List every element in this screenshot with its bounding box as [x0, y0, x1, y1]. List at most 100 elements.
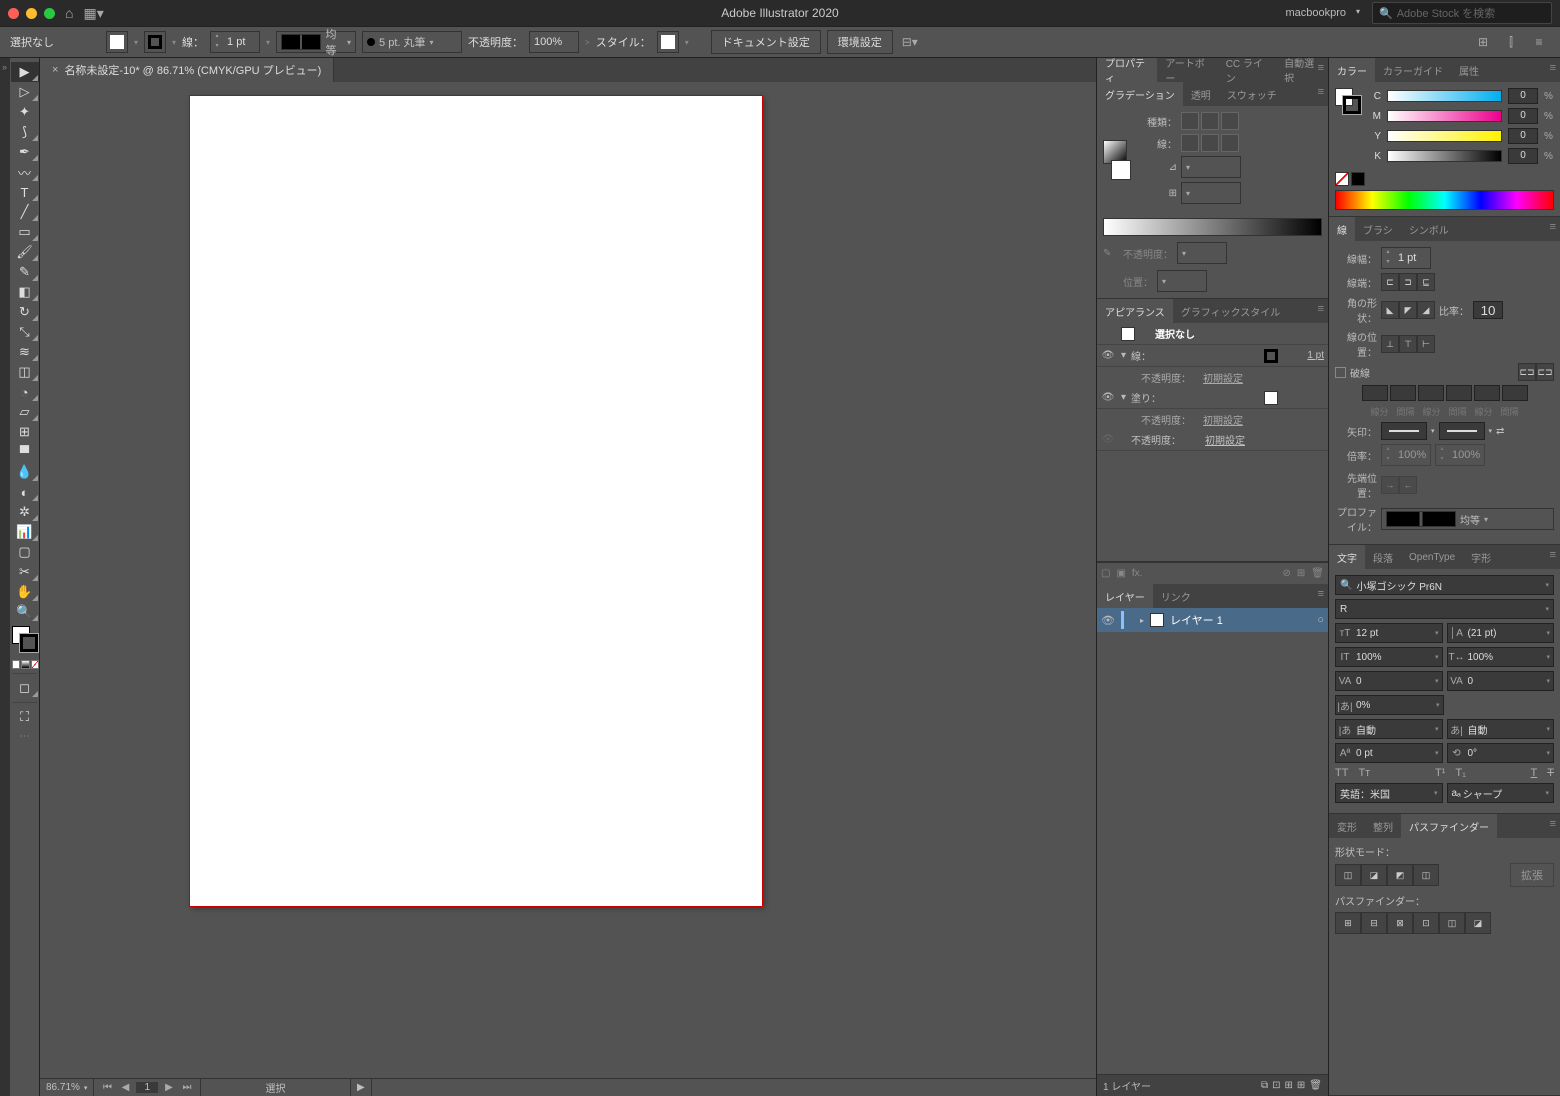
eyedropper-tool[interactable]: 💧 — [11, 462, 39, 482]
color-stroke-swatch[interactable] — [1343, 96, 1361, 114]
tab-color[interactable]: カラー — [1329, 58, 1375, 82]
font-size-input[interactable]: тT — [1335, 623, 1443, 643]
hscale-input[interactable]: T↔ — [1447, 647, 1555, 667]
antialias-select[interactable]: aₐシャープ — [1447, 783, 1555, 803]
tab-symbols[interactable]: シンボル — [1401, 217, 1457, 241]
outline-icon[interactable]: ◫ — [1439, 912, 1465, 934]
minus-back-icon[interactable]: ◪ — [1465, 912, 1491, 934]
gradient-mode-icon[interactable] — [21, 660, 29, 669]
layer-target-icon[interactable]: ○ — [1317, 614, 1324, 626]
stock-search[interactable]: 🔍 Adobe Stock を検索 — [1372, 2, 1552, 24]
maximize-window[interactable] — [44, 8, 55, 19]
type-tool[interactable]: T — [11, 182, 39, 202]
trim-icon[interactable]: ⊟ — [1361, 912, 1387, 934]
cyan-slider[interactable] — [1387, 90, 1502, 102]
mesh-tool[interactable]: ⊞ — [11, 422, 39, 442]
magenta-slider[interactable] — [1387, 110, 1502, 122]
panel-menu-icon[interactable]: ≡ — [1550, 221, 1556, 233]
pen-tool[interactable]: ✒ — [11, 142, 39, 162]
new-sublayer-icon[interactable]: ⊞ — [1285, 1080, 1293, 1091]
swap-arrows-icon[interactable]: ⇄ — [1496, 426, 1504, 437]
stroke-weight-input[interactable]: ▴▾ — [210, 31, 260, 53]
cb-icon-2[interactable]: ⫿ — [1500, 31, 1522, 53]
merge-icon[interactable]: ⊠ — [1387, 912, 1413, 934]
cb-icon-1[interactable]: ⊞ — [1472, 31, 1494, 53]
subscript-icon[interactable]: T₁ — [1455, 767, 1465, 779]
direct-selection-tool[interactable]: ▷ — [11, 82, 39, 102]
tab-layers[interactable]: レイヤー — [1097, 584, 1153, 608]
edit-toolbar-icon[interactable]: ⋯ — [10, 731, 39, 742]
smallcaps-icon[interactable]: Tᴛ — [1358, 767, 1370, 779]
lasso-tool[interactable]: ⟆ — [11, 122, 39, 142]
home-icon[interactable]: ⌂ — [65, 5, 73, 21]
panel-menu-icon[interactable]: ≡ — [1318, 588, 1324, 600]
screen-mode-icon[interactable]: ⛶ — [11, 707, 39, 727]
disclosure-icon[interactable]: ▾ — [1121, 350, 1125, 361]
prev-artboard-icon[interactable]: ◀ — [118, 1082, 132, 1093]
gradient-stop-opacity[interactable] — [1177, 242, 1227, 264]
layer-name[interactable]: レイヤー 1 — [1170, 612, 1223, 628]
radial-gradient-icon[interactable] — [1201, 112, 1219, 130]
tab-cclib[interactable]: CC ライン — [1218, 58, 1276, 82]
width-tool[interactable]: ≋ — [11, 342, 39, 362]
allcaps-icon[interactable]: TT — [1335, 767, 1348, 779]
make-clipping-mask-icon[interactable]: ⊡ — [1272, 1080, 1280, 1091]
dash-align-2-icon[interactable]: ⊏⊐ — [1536, 363, 1554, 381]
last-artboard-icon[interactable]: ⏭ — [180, 1082, 194, 1093]
artboard-tool[interactable]: ▢ — [11, 542, 39, 562]
cb-menu-icon[interactable]: ≡ — [1528, 31, 1550, 53]
arrow-start-select[interactable] — [1381, 422, 1427, 440]
tab-color-guide[interactable]: カラーガイド — [1375, 58, 1451, 82]
yellow-slider[interactable] — [1387, 130, 1502, 142]
baseline-shift-input[interactable]: Aª — [1335, 743, 1443, 763]
gradient-ramp[interactable] — [1103, 218, 1322, 236]
perspective-tool[interactable]: ▱ — [11, 402, 39, 422]
tab-pathfinder[interactable]: パスファインダー — [1401, 814, 1497, 838]
zoom-tool[interactable]: 🔍 — [11, 602, 39, 622]
visibility-toggle-icon[interactable]: 👁 — [1101, 350, 1115, 361]
brush-select[interactable]: 5 pt. 丸筆 — [362, 31, 462, 53]
gradient-eyedropper-icon[interactable]: ✎ — [1103, 248, 1119, 259]
panel-menu-icon[interactable]: ≡ — [1550, 549, 1556, 561]
disclosure-icon[interactable]: ▾ — [1121, 392, 1125, 403]
delete-layer-icon[interactable]: 🗑 — [1309, 1080, 1322, 1091]
tab-properties[interactable]: プロパティ — [1097, 58, 1157, 82]
close-window[interactable] — [8, 8, 19, 19]
stroke-grad-3-icon[interactable] — [1221, 134, 1239, 152]
add-effect-icon[interactable]: fx. — [1132, 568, 1143, 579]
black-slider[interactable] — [1387, 150, 1502, 162]
exclude-icon[interactable]: ◫ — [1413, 864, 1439, 886]
paintbrush-tool[interactable]: 🖌 — [11, 242, 39, 262]
draw-mode-icon[interactable]: ◻ — [11, 678, 39, 698]
curvature-tool[interactable]: 〰 — [11, 162, 39, 182]
cyan-value[interactable]: 0 — [1508, 88, 1538, 104]
freeform-gradient-icon[interactable] — [1221, 112, 1239, 130]
rotate-tool[interactable]: ↻ — [11, 302, 39, 322]
fill-color-swatch[interactable] — [1264, 391, 1278, 405]
eraser-tool[interactable]: ◧ — [11, 282, 39, 302]
divide-icon[interactable]: ⊞ — [1335, 912, 1361, 934]
rectangle-tool[interactable]: ▭ — [11, 222, 39, 242]
language-select[interactable]: 英語：米国 — [1335, 783, 1443, 803]
tab-transparency[interactable]: 透明 — [1183, 82, 1219, 106]
duplicate-icon[interactable]: ⊞ — [1297, 568, 1305, 579]
fill-swatch[interactable] — [106, 31, 128, 53]
underline-icon[interactable]: T — [1531, 767, 1538, 779]
document-tab[interactable]: × 名称未設定-10* @ 86.71% (CMYK/GPU プレビュー) — [40, 58, 334, 82]
corner-buttons[interactable]: ◣◤◢ — [1381, 301, 1435, 319]
blend-tool[interactable]: ◐ — [11, 482, 39, 502]
font-family-select[interactable]: 🔍小塚ゴシック Pr6N — [1335, 575, 1554, 595]
gradient-stop-position[interactable] — [1157, 270, 1207, 292]
panel-menu-icon[interactable]: ≡ — [1318, 86, 1324, 98]
selection-tool[interactable]: ▶ — [11, 62, 39, 82]
panel-menu-icon[interactable]: ≡ — [1318, 303, 1324, 315]
miter-limit-input[interactable] — [1473, 301, 1503, 319]
delete-icon[interactable]: 🗑 — [1311, 568, 1324, 579]
color-mode-icon[interactable] — [12, 660, 20, 669]
unite-icon[interactable]: ◫ — [1335, 864, 1361, 886]
aki-right-input[interactable]: あ| — [1447, 719, 1555, 739]
crop-icon[interactable]: ⊡ — [1413, 912, 1439, 934]
dashed-line-checkbox[interactable]: 破線 — [1335, 365, 1370, 380]
stroke-profile-select[interactable]: 均等 — [276, 31, 356, 53]
color-spectrum[interactable] — [1335, 190, 1554, 210]
